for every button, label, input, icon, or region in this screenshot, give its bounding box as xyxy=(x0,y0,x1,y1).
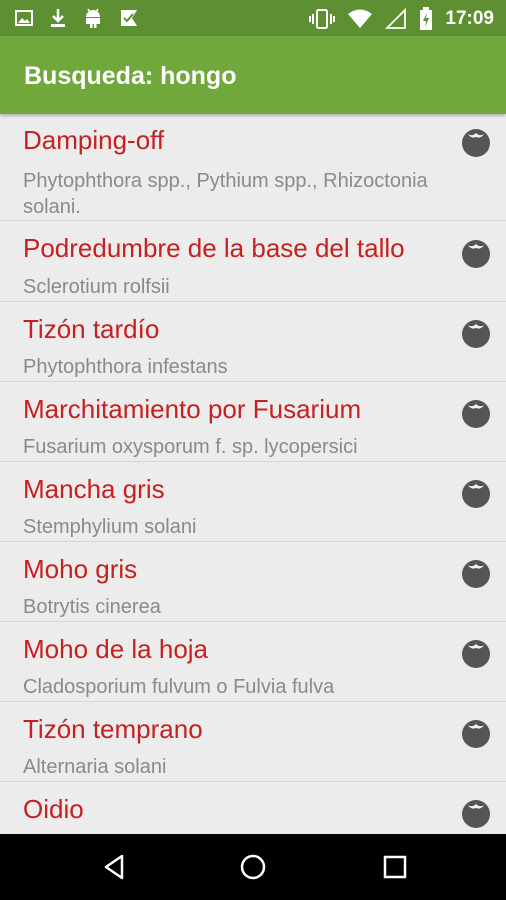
tomato-icon xyxy=(462,560,490,588)
item-title: Moho gris xyxy=(23,554,138,584)
list-item[interactable]: Marchitamiento por Fusarium Fusarium oxy… xyxy=(0,382,506,462)
item-title: Podredumbre de la base del tallo xyxy=(23,233,405,263)
item-title: Tizón temprano xyxy=(23,714,203,744)
vibrate-icon xyxy=(309,9,336,29)
item-title: Damping-off xyxy=(23,125,165,155)
list-item[interactable]: Oidio xyxy=(0,782,506,834)
tomato-icon xyxy=(462,640,490,668)
list-item[interactable]: Moho de la hoja Cladosporium fulvum o Fu… xyxy=(0,622,506,702)
wifi-icon xyxy=(348,9,373,28)
home-icon[interactable] xyxy=(238,852,268,882)
item-subtitle: Stemphylium solani xyxy=(23,516,197,538)
list-item[interactable]: Tizón temprano Alternaria solani xyxy=(0,702,506,782)
list-item[interactable]: Damping-off Phytophthora spp., Pythium s… xyxy=(0,116,506,221)
item-subtitle: Cladosporium fulvum o Fulvia fulva xyxy=(23,676,335,698)
tomato-icon xyxy=(462,240,490,268)
android-icon xyxy=(86,8,100,28)
tomato-icon xyxy=(462,720,490,748)
navigation-bar xyxy=(0,834,506,900)
app-bar: Busqueda: hongo xyxy=(0,36,506,114)
results-list: Damping-off Phytophthora spp., Pythium s… xyxy=(0,116,506,834)
item-subtitle: Alternaria solani xyxy=(23,756,167,778)
item-subtitle: Fusarium oxysporum f. sp. lycopersici xyxy=(23,436,358,458)
tomato-icon xyxy=(462,129,490,157)
item-subtitle: Phytophthora infestans xyxy=(23,356,228,378)
item-title: Tizón tardío xyxy=(23,314,160,344)
image-icon xyxy=(15,10,33,26)
signal-icon xyxy=(385,8,407,29)
list-item[interactable]: Moho gris Botrytis cinerea xyxy=(0,542,506,622)
back-icon[interactable] xyxy=(100,852,130,882)
download-icon xyxy=(51,9,65,27)
page-title: Busqueda: hongo xyxy=(24,62,237,90)
item-subtitle: Phytophthora spp., Pythium spp., Rhizoct… xyxy=(23,170,428,218)
tomato-icon xyxy=(462,800,490,828)
list-item[interactable]: Tizón tardío Phytophthora infestans xyxy=(0,302,506,382)
item-title: Marchitamiento por Fusarium xyxy=(23,394,362,424)
item-subtitle: Sclerotium rolfsii xyxy=(23,276,170,298)
list-item[interactable]: Mancha gris Stemphylium solani xyxy=(0,462,506,542)
checkmark-flag-icon xyxy=(121,10,137,26)
item-title: Mancha gris xyxy=(23,474,165,504)
item-title: Moho de la hoja xyxy=(23,634,209,664)
recents-icon[interactable] xyxy=(380,852,410,882)
battery-charging-icon xyxy=(420,7,433,30)
item-title: Oidio xyxy=(23,794,84,824)
item-subtitle: Botrytis cinerea xyxy=(23,596,161,618)
status-time: 17:09 xyxy=(445,8,494,29)
tomato-icon xyxy=(462,480,490,508)
list-item[interactable]: Podredumbre de la base del tallo Sclerot… xyxy=(0,221,506,302)
tomato-icon xyxy=(462,320,490,348)
status-bar: 17:09 xyxy=(0,0,506,36)
tomato-icon xyxy=(462,400,490,428)
